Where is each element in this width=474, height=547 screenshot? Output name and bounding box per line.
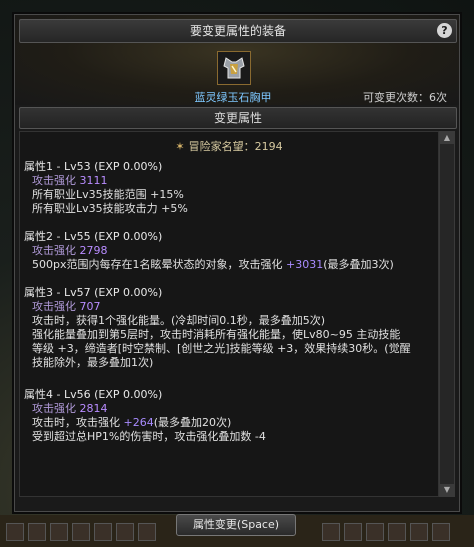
effect-line: 强化能量叠加到第5层时，攻击时消耗所有强化能量，使Lv80~95 主动技能	[32, 328, 401, 341]
effect-text: (最多叠加3次)	[323, 258, 394, 271]
panel-title: 要变更属性的装备	[189, 24, 286, 38]
attribute-header: 属性4 - Lv56 (EXP 0.00%)	[24, 388, 163, 401]
effect-line: 攻击时，攻击强化 +264(最多叠加20次)	[24, 416, 266, 430]
skill-slot[interactable]	[28, 523, 46, 541]
effect-line: 等级 +3，缔造者[时空禁制、[创世之光]技能等级 +3，效果持续30秒。(觉醒	[32, 342, 411, 355]
attribute-block-4: 属性4 - Lv56 (EXP 0.00%) 攻击强化 2814 攻击时，攻击强…	[24, 388, 266, 444]
attack-line: 攻击强化 707	[24, 300, 411, 314]
effect-line: 所有职业Lv35技能范围 +15%	[32, 188, 184, 201]
changes-remaining: 可变更次数：6次	[363, 91, 447, 104]
attribute-header: 属性3 - Lv57 (EXP 0.00%)	[24, 286, 163, 299]
effect-line: 500px范围内每存在1名眩晕状态的对象，攻击强化 +3031(最多叠加3次)	[24, 258, 394, 272]
reputation-row: ✶ 冒险家名望：2194	[20, 138, 438, 154]
attack-line: 攻击强化 2798	[24, 244, 394, 258]
skill-slot[interactable]	[322, 523, 340, 541]
attack-value: 2814	[79, 402, 108, 415]
help-icon[interactable]: ?	[437, 23, 452, 38]
skill-slot[interactable]	[388, 523, 406, 541]
change-attribute-button[interactable]: 属性变更(Space)	[176, 514, 296, 536]
scroll-up-icon[interactable]: ▲	[440, 132, 454, 144]
panel-title-bar: 要变更属性的装备 ?	[19, 19, 457, 43]
chest-armor-icon[interactable]	[217, 51, 251, 85]
attribute-block-1: 属性1 - Lv53 (EXP 0.00%) 攻击强化 3111 所有职业Lv3…	[24, 160, 188, 216]
effect-highlight: +3031	[285, 258, 324, 271]
effect-line: 受到超过总HP1%的伤害时，攻击强化叠加数 -4	[32, 430, 266, 443]
scrollbar[interactable]: ▲ ▼	[439, 131, 455, 497]
skill-slot[interactable]	[344, 523, 362, 541]
attribute-header: 属性1 - Lv53 (EXP 0.00%)	[24, 160, 163, 173]
attack-line: 攻击强化 2814	[24, 402, 266, 416]
skill-slot[interactable]	[6, 523, 24, 541]
effect-line: 技能除外，最多叠加1次)	[32, 356, 154, 369]
attack-value: 3111	[79, 174, 108, 187]
attribute-header: 属性2 - Lv55 (EXP 0.00%)	[24, 230, 163, 243]
scroll-down-icon[interactable]: ▼	[440, 484, 454, 496]
section-header: 变更属性	[19, 107, 457, 129]
attack-line: 攻击强化 3111	[24, 174, 188, 188]
attack-value: 707	[79, 300, 101, 313]
effect-text: 攻击时，攻击强化	[32, 416, 124, 429]
attack-value: 2798	[79, 244, 108, 257]
effect-line: 攻击时，获得1个强化能量。(冷却时间0.1秒，最多叠加5次)	[32, 314, 326, 327]
attribute-block-3: 属性3 - Lv57 (EXP 0.00%) 攻击强化 707 攻击时，获得1个…	[24, 286, 411, 370]
skill-slot[interactable]	[72, 523, 90, 541]
attribute-change-panel: 要变更属性的装备 ? 蓝灵绿玉石胸甲 可变更次数：6次 变更属性 ✶ 冒险家名望：…	[14, 14, 460, 512]
skill-slot[interactable]	[116, 523, 134, 541]
reputation-text: 冒险家名望：2194	[188, 140, 283, 153]
skill-slot[interactable]	[432, 523, 450, 541]
equipment-section: 要变更属性的装备 ? 蓝灵绿玉石胸甲 可变更次数：6次	[15, 15, 459, 105]
skill-slot[interactable]	[366, 523, 384, 541]
effect-text: 500px范围内每存在1名眩晕状态的对象，攻击强化	[32, 258, 286, 271]
effect-text: (最多叠加20次)	[153, 416, 232, 429]
attribute-list: ✶ 冒险家名望：2194 属性1 - Lv53 (EXP 0.00%) 攻击强化 …	[19, 131, 439, 497]
attribute-block-2: 属性2 - Lv55 (EXP 0.00%) 攻击强化 2798 500px范围…	[24, 230, 394, 272]
skill-slot[interactable]	[138, 523, 156, 541]
attack-label: 攻击强化	[32, 244, 76, 257]
skill-slot[interactable]	[410, 523, 428, 541]
attack-label: 攻击强化	[32, 300, 76, 313]
skill-slot[interactable]	[50, 523, 68, 541]
skill-slot[interactable]	[94, 523, 112, 541]
effect-highlight: +264	[123, 416, 154, 429]
attack-label: 攻击强化	[32, 402, 76, 415]
attack-label: 攻击强化	[32, 174, 76, 187]
effect-line: 所有职业Lv35技能攻击力 +5%	[32, 202, 188, 215]
reputation-icon: ✶	[175, 140, 185, 153]
